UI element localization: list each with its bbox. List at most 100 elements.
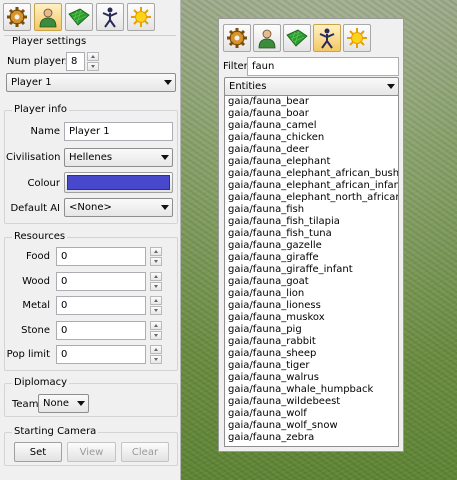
civilisation-label: Civilisation — [6, 152, 61, 163]
list-item[interactable]: gaia/fauna_lion — [225, 288, 398, 300]
list-item[interactable]: gaia/fauna_lioness — [225, 300, 398, 312]
name-label: Name — [30, 126, 60, 137]
object-list[interactable]: gaia/fauna_bear gaia/fauna_boar gaia/fauna… — [224, 95, 399, 447]
list-item[interactable]: gaia/fauna_tiger — [225, 360, 398, 372]
player-tool-button[interactable] — [253, 24, 281, 52]
spin-down-button[interactable] — [150, 281, 162, 291]
colour-button[interactable] — [64, 172, 173, 193]
resource-input[interactable]: 0 — [56, 296, 146, 315]
terrain-tool-button[interactable] — [65, 3, 93, 31]
map-settings-tool-button[interactable] — [3, 3, 31, 31]
camera-set-button[interactable]: Set — [14, 442, 62, 462]
player-settings-title: Player settings — [10, 36, 89, 47]
resource-label: Stone — [21, 324, 50, 336]
spin-down-button[interactable] — [150, 306, 162, 315]
list-item[interactable]: gaia/fauna_wolf — [225, 408, 398, 420]
num-players-input[interactable]: 8 — [66, 52, 85, 71]
team-label: Team — [12, 399, 39, 410]
list-item[interactable]: gaia/fauna_gazelle — [225, 240, 398, 252]
resource-spinner[interactable] — [150, 320, 162, 340]
map-settings-tool-button[interactable] — [223, 24, 251, 52]
player-tool-button[interactable] — [34, 3, 62, 31]
resources-title: Resources — [12, 231, 68, 242]
gear-icon — [7, 7, 27, 27]
list-item[interactable]: gaia/fauna_goat — [225, 276, 398, 288]
list-item[interactable]: gaia/fauna_boar — [225, 108, 398, 120]
list-item[interactable]: gaia/fauna_chicken — [225, 132, 398, 144]
colour-label: Colour — [27, 178, 60, 189]
starting-camera-title: Starting Camera — [12, 426, 99, 437]
resource-spinner[interactable] — [150, 296, 162, 315]
spin-up-button[interactable] — [87, 52, 99, 61]
player-name-input[interactable]: Player 1 — [64, 122, 173, 141]
chevron-down-icon — [161, 155, 169, 160]
resource-spinner[interactable] — [150, 247, 162, 266]
resource-input[interactable]: 0 — [56, 271, 146, 291]
list-item[interactable]: gaia/fauna_elephant_african_bush — [225, 168, 398, 180]
list-item[interactable]: gaia/fauna_walrus — [225, 372, 398, 384]
resource-spinner[interactable] — [150, 345, 162, 364]
spin-down-button[interactable] — [150, 355, 162, 364]
list-item[interactable]: gaia/fauna_camel — [225, 120, 398, 132]
list-item[interactable]: gaia/fauna_giraffe_infant — [225, 264, 398, 276]
object-type-value: Entities — [229, 81, 267, 92]
spin-down-button[interactable] — [87, 62, 99, 71]
list-item[interactable]: gaia/fauna_fish — [225, 204, 398, 216]
resource-input[interactable]: 0 — [56, 320, 146, 340]
team-value: None — [43, 398, 70, 409]
num-players-label: Num players — [7, 56, 71, 67]
list-item[interactable]: gaia/fauna_giraffe — [225, 252, 398, 264]
player-select[interactable]: Player 1 — [6, 73, 176, 92]
environment-tool-button[interactable] — [343, 24, 371, 52]
list-item[interactable]: gaia/fauna_bear — [225, 96, 398, 108]
filter-label: Filter — [223, 61, 248, 72]
list-item[interactable]: gaia/fauna_wildebeest — [225, 396, 398, 408]
list-item[interactable]: gaia/fauna_elephant_african_infant — [225, 180, 398, 192]
resource-input[interactable]: 0 — [56, 345, 146, 364]
default-ai-label: Default AI — [10, 203, 60, 214]
object-tool-button[interactable] — [96, 3, 124, 31]
resource-input[interactable]: 0 — [56, 247, 146, 266]
resource-label: Food — [26, 251, 50, 262]
terrain-tool-button[interactable] — [283, 24, 311, 52]
list-item[interactable]: gaia/fauna_whale_humpback — [225, 384, 398, 396]
player-select-value: Player 1 — [11, 77, 52, 88]
list-item[interactable]: gaia/fauna_elephant_north_african — [225, 192, 398, 204]
default-ai-select[interactable]: <None> — [64, 198, 173, 217]
unit-icon — [319, 28, 335, 49]
spin-down-button[interactable] — [150, 257, 162, 266]
diplomacy-title: Diplomacy — [12, 377, 70, 388]
spin-up-button[interactable] — [150, 296, 162, 305]
list-item[interactable]: gaia/fauna_zebra — [225, 432, 398, 444]
chevron-down-icon — [161, 205, 169, 210]
list-item[interactable]: gaia/fauna_elephant — [225, 156, 398, 168]
spin-up-button[interactable] — [150, 247, 162, 256]
default-ai-value: <None> — [69, 202, 112, 213]
list-item[interactable]: gaia/fauna_pig — [225, 324, 398, 336]
list-item[interactable]: gaia/fauna_sheep — [225, 348, 398, 360]
list-item[interactable]: gaia/fauna_fish_tuna — [225, 228, 398, 240]
sun-icon — [131, 7, 151, 27]
camera-clear-button[interactable]: Clear — [121, 442, 169, 462]
list-item[interactable]: gaia/fauna_rabbit — [225, 336, 398, 348]
environment-tool-button[interactable] — [127, 3, 155, 31]
list-item[interactable]: gaia/fauna_fish_tilapia — [225, 216, 398, 228]
list-item[interactable]: gaia/fauna_deer — [225, 144, 398, 156]
gear-icon — [227, 28, 247, 48]
terrain-icon — [68, 8, 90, 26]
resource-spinner[interactable] — [150, 271, 162, 291]
spin-up-button[interactable] — [150, 345, 162, 354]
spin-up-button[interactable] — [150, 320, 162, 330]
spin-down-button[interactable] — [150, 330, 162, 340]
filter-input[interactable]: faun — [247, 57, 399, 76]
camera-view-button[interactable]: View — [67, 442, 116, 462]
object-type-select[interactable]: Entities — [224, 77, 399, 96]
civilisation-value: Hellenes — [69, 152, 113, 163]
team-select[interactable]: None — [38, 394, 89, 413]
object-tool-button[interactable] — [313, 24, 341, 52]
civilisation-select[interactable]: Hellenes — [64, 148, 173, 167]
spin-up-button[interactable] — [150, 271, 162, 281]
list-item[interactable]: gaia/fauna_wolf_snow — [225, 420, 398, 432]
list-item[interactable]: gaia/fauna_muskox — [225, 312, 398, 324]
num-players-spinner[interactable] — [87, 52, 99, 71]
